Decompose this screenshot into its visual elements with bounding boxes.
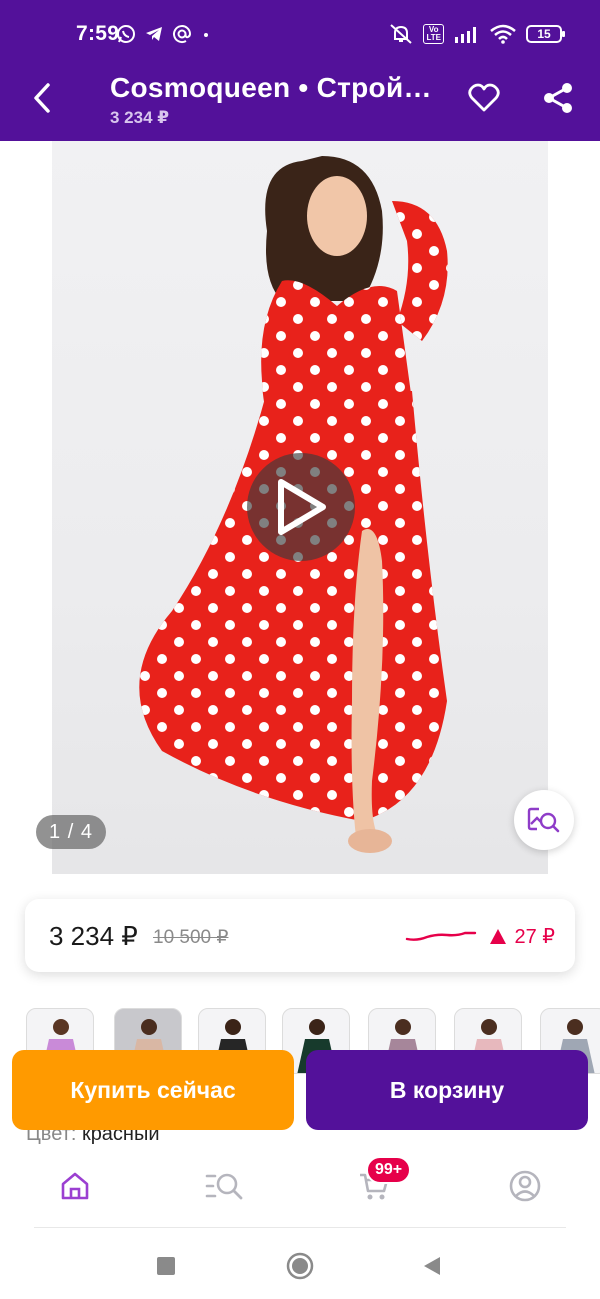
nav-home[interactable] <box>53 1164 97 1208</box>
signal-icon <box>455 27 476 43</box>
battery-icon: 15 <box>526 25 565 43</box>
home-icon <box>61 1172 89 1200</box>
visual-search-icon <box>527 807 560 833</box>
profile-icon <box>509 1170 541 1202</box>
wifi-icon <box>490 24 516 44</box>
catalog-search-icon <box>205 1173 243 1200</box>
add-to-cart-button[interactable]: В корзину <box>306 1050 588 1130</box>
favorite-button[interactable] <box>464 78 504 118</box>
play-icon <box>278 479 326 535</box>
image-counter: 1 / 4 <box>36 815 106 849</box>
price-current: 3 234 ₽ <box>49 921 138 951</box>
dot-icon <box>204 33 208 37</box>
price-old: 10 500 ₽ <box>153 927 229 948</box>
header: 7:59 Vo LTE 15 Cosmoqueen • Строй… 3 234 … <box>0 0 600 141</box>
triangle-up-icon <box>490 929 507 944</box>
share-icon <box>544 83 572 113</box>
home-system-button[interactable] <box>284 1250 316 1282</box>
status-bar: 7:59 Vo LTE 15 <box>0 0 600 56</box>
triangle-back-icon <box>424 1257 440 1275</box>
telegram-icon <box>146 27 162 41</box>
system-icons: Vo LTE 15 <box>389 22 565 46</box>
cart-badge: 99+ <box>366 1156 412 1184</box>
visual-search-button[interactable] <box>514 790 574 850</box>
product-image-gallery[interactable] <box>52 141 548 874</box>
system-navigation-bar <box>0 1232 600 1299</box>
heart-icon <box>468 83 500 112</box>
mute-icon <box>390 24 413 44</box>
price-change-value: 27 ₽ <box>514 926 555 948</box>
bottom-navigation: 99+ <box>0 1144 600 1228</box>
product-price-subtitle: 3 234 ₽ <box>110 108 170 127</box>
whatsapp-icon <box>117 25 135 43</box>
status-time: 7:59 <box>76 22 120 45</box>
nav-profile[interactable] <box>503 1164 547 1208</box>
share-button[interactable] <box>538 78 578 118</box>
volte-icon: Vo LTE <box>423 24 444 44</box>
price-trend-sparkline <box>405 931 477 941</box>
circle-icon <box>286 1252 314 1280</box>
nav-catalog[interactable] <box>203 1164 247 1208</box>
play-video-button[interactable] <box>247 453 355 561</box>
price-card[interactable]: 3 234 ₽ 10 500 ₽ 27 ₽ <box>25 899 575 972</box>
product-page: 7:59 Vo LTE 15 Cosmoqueen • Строй… 3 234 … <box>0 0 600 1299</box>
arrow-left-icon <box>34 83 50 113</box>
at-icon <box>173 25 192 44</box>
back-button[interactable] <box>22 76 62 120</box>
buy-now-button[interactable]: Купить сейчас <box>12 1050 294 1130</box>
battery-level: 15 <box>537 27 551 41</box>
back-system-button[interactable] <box>416 1250 448 1282</box>
recents-button[interactable] <box>150 1250 182 1282</box>
price-change: 27 ₽ <box>490 924 555 949</box>
nav-divider <box>34 1227 566 1228</box>
volte-label-lte: LTE <box>426 33 441 42</box>
app-bar: Cosmoqueen • Строй… 3 234 ₽ <box>0 56 600 141</box>
product-title: Cosmoqueen • Строй… <box>110 72 432 103</box>
square-icon <box>157 1257 175 1275</box>
notification-icons <box>116 22 212 46</box>
